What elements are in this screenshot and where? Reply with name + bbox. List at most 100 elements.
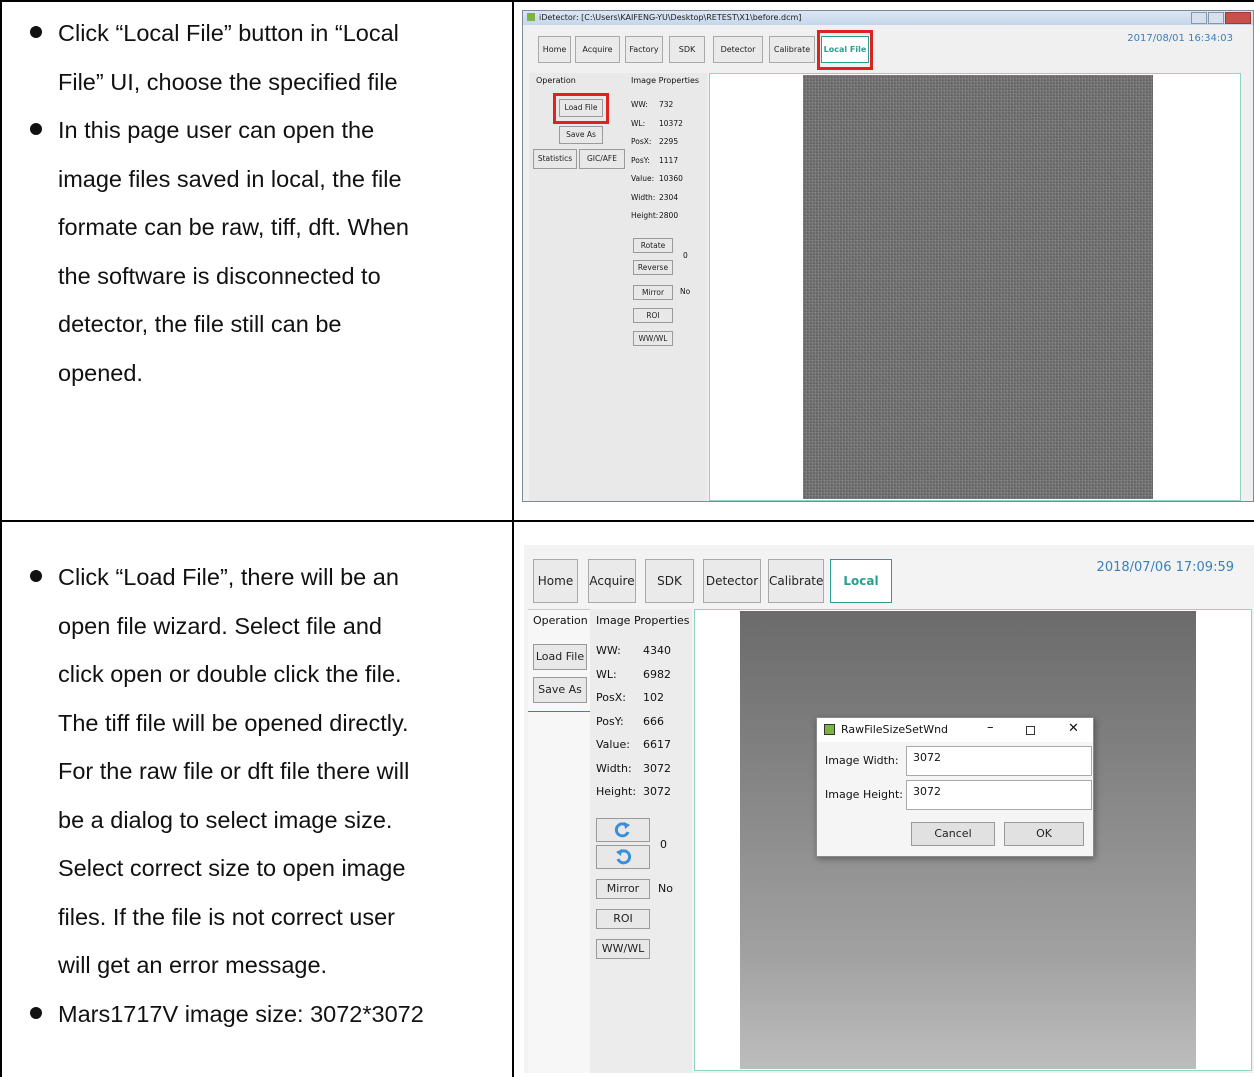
mirror-value: No [658,882,673,895]
highlight-local-file-tab [817,30,873,70]
mirror-button[interactable]: Mirror [633,285,673,300]
property-label: PosY: [596,714,624,728]
property-value: 2304 [659,192,679,202]
maximize-button[interactable] [1208,12,1224,24]
reverse-button[interactable]: Reverse [633,260,673,275]
tab-calibrate[interactable]: Calibrate [768,559,824,603]
image-height-label: Image Height: [825,788,904,801]
image-height-field[interactable]: 3072 [906,780,1092,810]
property-value: 6982 [643,667,671,681]
image-width-label: Image Width: [825,754,899,767]
tab-label: SDK [657,574,682,588]
datetime: 2018/07/06 17:09:59 [1096,560,1234,575]
button-label: GIC/AFE [587,154,617,163]
tab-label: Factory [629,45,659,54]
dialog-title: RawFileSizeSetWnd [841,723,949,736]
property-label: WL: [596,667,617,681]
dialog-minimize-icon[interactable]: – [987,720,994,735]
tab-label: Home [537,574,574,588]
row2-bullet-list: Click “Load File”, there will be an open… [30,553,500,1038]
tab-calibrate[interactable]: Calibrate [769,36,815,63]
property-label: WL: [631,118,646,128]
property-label: Height: [631,211,659,220]
property-height: Height:2800 [631,207,683,226]
text-line: Select correct size to open image [58,855,406,881]
field-value: 3072 [913,751,941,764]
tab-label: Detector [705,574,759,588]
gic-afe-button[interactable]: GIC/AFE [579,149,625,169]
text-line: will get an error message. [58,952,328,978]
rotate-left-button[interactable] [596,845,650,869]
property-width: Width: 3072 [596,757,671,781]
property-label: Value: [596,738,630,751]
property-value: 2295 [659,137,679,146]
property-value: 732 [659,100,674,109]
property-value: 6617 [643,738,671,751]
button-label: ROI [613,912,633,925]
dialog-maximize-icon[interactable] [1026,726,1035,735]
text-line: be a dialog to select image size. [58,806,393,833]
rotate-right-button[interactable] [596,818,650,842]
image-canvas[interactable] [803,75,1153,499]
tab-label: Home [542,45,567,54]
text-line: opened. [58,359,143,386]
image-width-field[interactable]: 3072 [906,746,1092,776]
cancel-button[interactable]: Cancel [911,822,995,846]
tab-detector[interactable]: Detector [703,559,761,603]
tab-local-file[interactable]: Local File [830,559,892,630]
property-ww: WW: 4340 [596,639,671,663]
table-column-divider [512,0,514,1077]
load-file-button[interactable]: Load File [533,644,587,670]
tab-factory[interactable]: Factory [625,36,663,63]
save-as-button[interactable]: Save As [559,126,603,144]
statistics-button[interactable]: Statistics [533,149,577,169]
text-line: Mars1717V image size: 3072*3072 [58,1000,424,1027]
tab-sdk[interactable]: SDK [645,559,694,603]
tab-label: Detector [720,45,756,54]
tab-acquire[interactable]: Acquire [575,36,620,63]
property-value: 10360 [659,174,683,183]
row2-bullet-1: Click “Load File”, there will be an open… [30,553,500,990]
rotate-button[interactable]: Rotate [633,238,673,253]
property-label: Value: [631,174,655,183]
text-line: detector, the file still can be [58,311,342,337]
save-as-button[interactable]: Save As [533,677,587,703]
dialog-titlebar: RawFileSizeSetWnd – ✕ [817,718,1093,742]
raw-file-size-dialog: RawFileSizeSetWnd – ✕ Image Width: 3072 … [816,717,1094,857]
image-properties-list: WW: 4340 WL: 6982 PosX: 102 PosY: 666 Value:… [596,639,671,804]
dialog-close-icon[interactable]: ✕ [1068,721,1079,736]
minimize-button[interactable] [1191,12,1207,24]
image-properties-header: Image Properties [596,614,690,627]
close-button[interactable] [1225,12,1251,24]
field-value: 3072 [913,785,941,798]
button-label: Load File [535,650,585,663]
property-value: 3072 [643,761,671,775]
tab-sdk[interactable]: SDK [669,36,705,63]
text-line: The tiff file will be opened directly. [58,709,409,736]
button-label: Save As [538,683,582,696]
window-titlebar: iDetector: [C:\Users\KAIFENG-YU\Desktop\… [523,11,1253,25]
property-value: 10372 [659,118,683,128]
property-wl: WL: 10372 [631,115,683,134]
text-line: files. If the file is not correct user [58,903,395,930]
ww-wl-button[interactable]: WW/WL [596,939,650,959]
button-label: OK [1036,827,1052,840]
ww-wl-button[interactable]: WW/WL [633,331,673,346]
button-label: WW/WL [601,942,645,955]
text-line: the software is disconnected to [58,262,381,289]
roi-button[interactable]: ROI [633,308,673,323]
mirror-button[interactable]: Mirror [596,879,650,899]
property-height: Height: 3072 [596,780,671,804]
table-border-top [0,0,1254,2]
property-label: PosX: [631,137,652,146]
text-line: In this page user can open the [58,117,375,143]
tab-home[interactable]: Home [533,559,578,603]
roi-button[interactable]: ROI [596,909,650,929]
property-posx: PosX: 102 [596,686,671,710]
tab-acquire[interactable]: Acquire [588,559,636,603]
tab-home[interactable]: Home [538,36,571,63]
property-wl: WL: 6982 [596,663,671,687]
tab-label: Acquire [589,574,635,588]
ok-button[interactable]: OK [1004,822,1084,846]
tab-detector[interactable]: Detector [713,36,763,63]
